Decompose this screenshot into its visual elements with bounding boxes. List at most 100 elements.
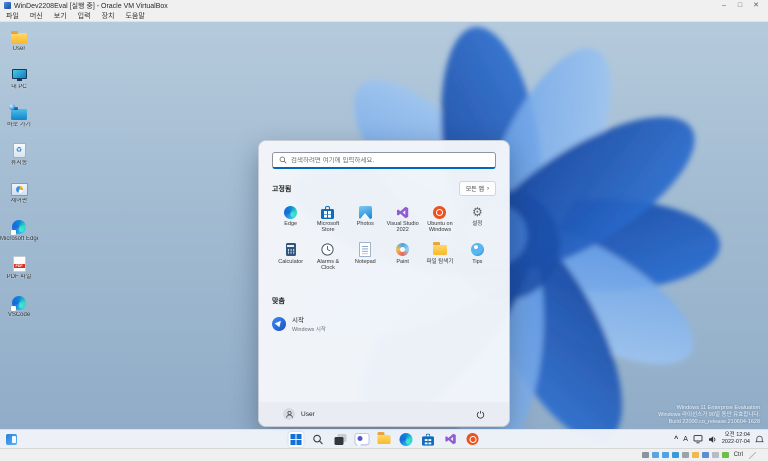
taskbar-file-explorer-button[interactable] bbox=[377, 432, 392, 447]
start-search-box[interactable] bbox=[272, 152, 496, 169]
pinned-app-paint[interactable]: Paint bbox=[384, 243, 421, 272]
pinned-app-photos[interactable]: Photos bbox=[347, 205, 384, 234]
tray-overflow-chevron-icon[interactable]: ^ bbox=[674, 436, 678, 443]
file-explorer-icon bbox=[378, 435, 391, 444]
ime-indicator[interactable]: A bbox=[683, 436, 688, 443]
all-apps-button[interactable]: 모든 앱 › bbox=[459, 181, 496, 196]
speaker-icon[interactable] bbox=[708, 435, 717, 444]
virtualbox-window: WinDev2208Eval [실행 중] - Oracle VM Virtua… bbox=[0, 0, 768, 461]
recording-status-icon[interactable] bbox=[712, 452, 719, 458]
clock-icon bbox=[321, 243, 334, 256]
tray-time: 오전 12:04 bbox=[722, 432, 750, 439]
desktop-icon-label: 제어판 bbox=[11, 198, 28, 205]
pinned-app-alarms-clock[interactable]: Alarms & Clock bbox=[309, 243, 346, 272]
taskbar-edge-button[interactable] bbox=[399, 432, 414, 447]
pinned-app-notepad[interactable]: Notepad bbox=[347, 243, 384, 272]
pinned-app-calculator[interactable]: Calculator bbox=[272, 243, 309, 272]
desktop-icon-label: User bbox=[13, 46, 26, 53]
menubar: 파일 머신 보기 입력 장치 도움말 bbox=[0, 11, 768, 22]
pinned-app-ubuntu[interactable]: Ubuntu on Windows bbox=[421, 205, 458, 234]
notification-bell-icon[interactable] bbox=[755, 435, 764, 444]
visual-studio-icon bbox=[444, 433, 456, 445]
taskbar-chat-button[interactable] bbox=[355, 432, 370, 447]
desktop-icon-edge[interactable]: Microsoft Edge bbox=[0, 218, 38, 243]
desktop-icon-this-pc[interactable]: 내 PC bbox=[0, 66, 38, 91]
desktop-icon-recycle-bin[interactable]: ♻ 휴지통 bbox=[0, 142, 38, 167]
taskbar-ubuntu-button[interactable] bbox=[465, 432, 480, 447]
titlebar: WinDev2208Eval [실행 중] - Oracle VM Virtua… bbox=[0, 0, 768, 11]
tray-clock[interactable]: 오전 12:04 2022-07-04 bbox=[722, 432, 750, 445]
recommended-title: 시작 bbox=[292, 314, 326, 324]
get-started-icon bbox=[272, 317, 286, 331]
start-search-input[interactable] bbox=[291, 157, 489, 164]
minimize-button[interactable]: – bbox=[716, 0, 732, 11]
pinned-app-tips[interactable]: Tips bbox=[459, 243, 496, 272]
pinned-app-settings[interactable]: ⚙ 설정 bbox=[459, 205, 496, 234]
network-status-icon[interactable] bbox=[672, 452, 679, 458]
edge-icon bbox=[400, 433, 413, 446]
taskbar-search-button[interactable] bbox=[311, 432, 326, 447]
calculator-icon bbox=[286, 243, 296, 256]
hdd-status-icon[interactable] bbox=[642, 452, 649, 458]
desktop-icon-pdf[interactable]: PDF PDF 파일 bbox=[0, 256, 38, 281]
maximize-button[interactable]: □ bbox=[732, 0, 748, 11]
desktop-icon-label: Microsoft Edge bbox=[0, 236, 38, 243]
pdf-file-icon: PDF bbox=[13, 256, 26, 272]
pinned-app-file-explorer[interactable]: 파일 탐색기 bbox=[421, 243, 458, 272]
recycle-bin-icon: ♻ bbox=[13, 143, 26, 158]
close-button[interactable]: ✕ bbox=[748, 0, 764, 11]
chat-icon bbox=[355, 433, 370, 445]
taskbar-widgets-button[interactable] bbox=[6, 434, 17, 445]
resize-grip[interactable] bbox=[749, 452, 756, 459]
search-icon bbox=[279, 156, 287, 164]
file-explorer-icon bbox=[433, 245, 447, 255]
desktop-icon-label: 내 PC bbox=[11, 84, 27, 91]
recommended-item-get-started[interactable]: 시작 Windows 시작 bbox=[272, 314, 392, 333]
chevron-right-icon: › bbox=[487, 186, 489, 192]
user-avatar[interactable] bbox=[283, 408, 295, 420]
windows-logo-icon bbox=[291, 434, 302, 445]
desktop-icon-vscode-shortcut[interactable]: VSCode bbox=[0, 294, 38, 319]
user-name[interactable]: User bbox=[301, 411, 470, 418]
shared-folders-status-icon[interactable] bbox=[692, 452, 699, 458]
taskbar-store-button[interactable] bbox=[421, 432, 436, 447]
menu-view[interactable]: 보기 bbox=[54, 11, 67, 21]
taskbar-visual-studio-button[interactable] bbox=[443, 432, 458, 447]
audio-status-icon[interactable] bbox=[662, 452, 669, 458]
edge-icon bbox=[284, 206, 297, 219]
optical-disk-status-icon[interactable] bbox=[652, 452, 659, 458]
desktop-icon-control-panel[interactable]: 제어판 bbox=[0, 180, 38, 205]
menu-machine[interactable]: 머신 bbox=[30, 11, 43, 21]
menu-help[interactable]: 도움말 bbox=[125, 11, 144, 21]
display-status-icon[interactable] bbox=[702, 452, 709, 458]
taskbar-task-view-button[interactable] bbox=[333, 432, 348, 447]
menu-devices[interactable]: 장치 bbox=[102, 11, 115, 21]
start-user-bar: User bbox=[259, 402, 509, 426]
pinned-app-microsoft-store[interactable]: Microsoft Store bbox=[309, 205, 346, 234]
recommended-header: 맞춤 bbox=[272, 296, 496, 306]
pinned-app-edge[interactable]: Edge bbox=[272, 205, 309, 234]
network-display-icon[interactable] bbox=[693, 434, 703, 444]
watermark-line: Build 22000.co_release.210604-1628 bbox=[658, 419, 760, 426]
tray-date: 2022-07-04 bbox=[722, 439, 750, 446]
usb-status-icon[interactable] bbox=[682, 452, 689, 458]
start-menu: 고정됨 모든 앱 › Edge Microsoft Store bbox=[258, 140, 510, 427]
pinned-app-visual-studio[interactable]: Visual Studio 2022 bbox=[384, 205, 421, 234]
taskbar-start-button[interactable] bbox=[289, 432, 304, 447]
ubuntu-icon bbox=[433, 206, 446, 219]
power-icon[interactable] bbox=[476, 410, 485, 419]
store-icon bbox=[422, 436, 434, 445]
menu-input[interactable]: 입력 bbox=[78, 11, 91, 21]
virtualbox-logo-icon bbox=[4, 2, 11, 9]
desktop-icon-user-folder[interactable]: User bbox=[0, 28, 38, 53]
person-icon bbox=[285, 410, 294, 419]
mouse-integration-status-icon[interactable] bbox=[722, 452, 729, 458]
globe-icon bbox=[9, 104, 15, 110]
menu-file[interactable]: 파일 bbox=[6, 11, 19, 21]
desktop-icon-label: VSCode bbox=[8, 312, 30, 319]
desktop-icon-shortcut-folder[interactable]: 바로 가기 bbox=[0, 104, 38, 129]
vbox-status-bar: Ctrl bbox=[0, 448, 768, 461]
taskbar-center bbox=[289, 430, 480, 448]
host-key-indicator: Ctrl bbox=[734, 452, 743, 458]
desktop-icon-label: 휴지통 bbox=[11, 160, 28, 167]
